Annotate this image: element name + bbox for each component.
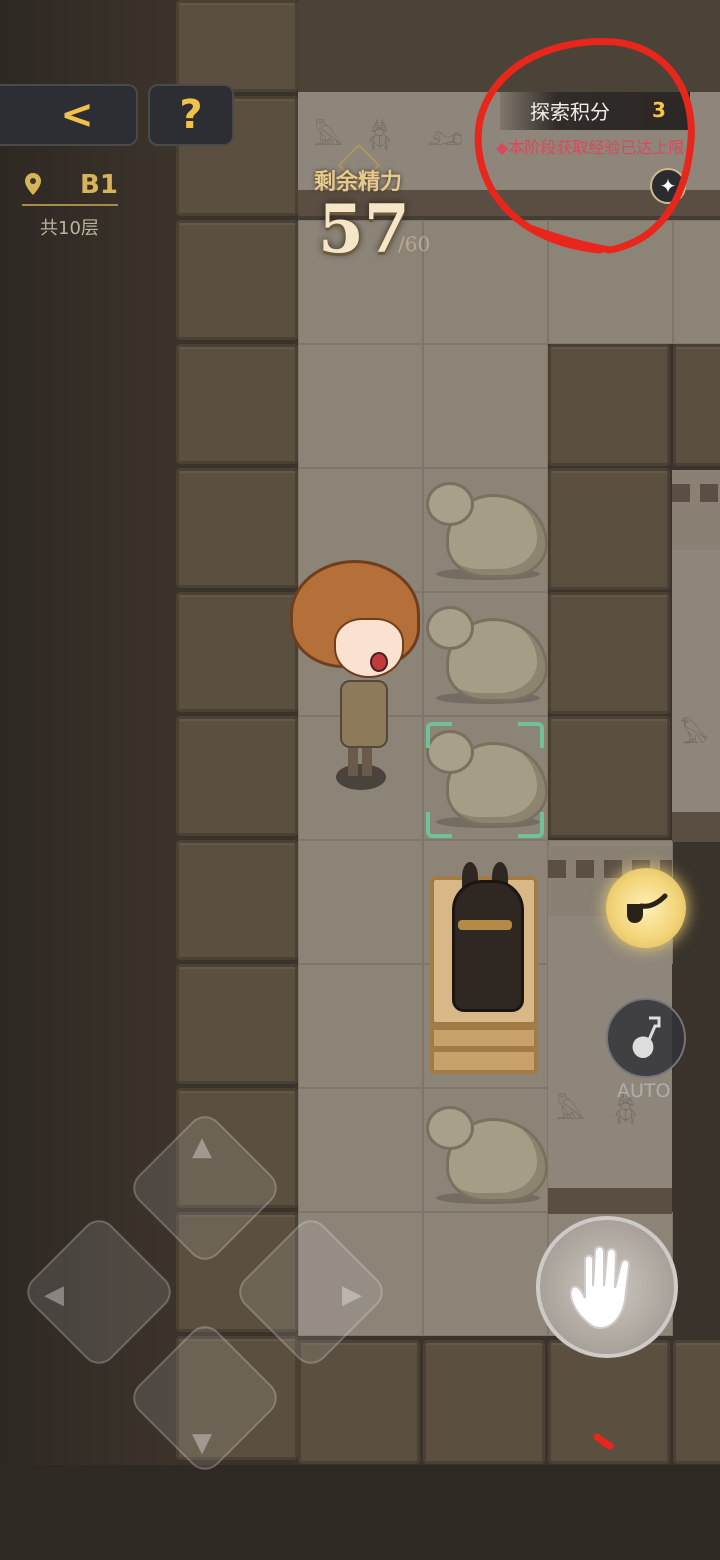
floor-tile [298,964,423,1088]
boulder[interactable] [426,1100,548,1204]
question-mark-icon: ? [179,92,203,138]
wall-tile [176,716,298,836]
arrow-down-icon: ▼ [192,1428,212,1458]
warning-text: 本阶段获取经验已达上限 [508,138,685,157]
floor-tile [298,840,423,964]
arrow-left-icon: ◀ [44,1280,64,1310]
wall-tile [548,344,670,466]
dark-floor [0,1465,720,1560]
character-eye [370,652,388,672]
chevron-left-icon: < [60,92,94,138]
pipe-icon [627,893,668,923]
player-character [290,560,420,690]
score-value: 3 [652,98,666,122]
wall-tile [176,468,298,588]
pipe-tool-button[interactable] [606,868,686,948]
sparkle-icon: ✦ [659,174,677,198]
hieroglyph: 𓆣 [368,122,392,152]
floor-tile [423,220,548,344]
wall-tile [673,344,720,466]
wall-ledge [672,812,720,842]
pedestal-step [430,1026,538,1050]
back-button[interactable]: < [0,84,138,146]
wall-tile [548,592,670,714]
auto-label: AUTO [617,1080,671,1102]
upper-wall [298,0,720,92]
floor-tile [298,344,423,468]
wall-tile [176,840,298,960]
character-face [334,618,404,678]
shovel-icon [632,1016,661,1058]
wall-tile [176,592,298,712]
warning-diamond-icon: ◆ [496,138,509,157]
floor-tile [298,1088,423,1212]
location-pin-icon [25,173,41,195]
character-shadow [336,764,386,790]
boulder[interactable] [426,600,548,704]
sparkle-button[interactable]: ✦ [650,168,686,204]
arrow-right-icon: ▶ [342,1280,362,1310]
wall-tile [548,716,670,838]
floor-tile [423,344,548,468]
wall-tile [548,1340,670,1464]
floor-tile [548,220,673,344]
selection-corner [426,722,452,748]
selection-corner [518,722,544,748]
divider [22,204,118,206]
anubis-statue[interactable] [452,880,524,1012]
wall-tile [423,1340,545,1464]
floor-tile [423,1212,548,1336]
selection-corner [426,812,452,838]
current-floor: B1 [80,170,118,200]
wall-tile [673,1340,720,1464]
boulder[interactable] [426,476,548,580]
hieroglyph: 𓅓 [314,122,344,152]
wall-tile [176,0,298,92]
total-floors: 共10层 [40,218,99,239]
wall-tile [176,964,298,1084]
hieroglyph: 𓅃 [680,720,709,750]
wall-ledge [548,1188,672,1214]
energy-value: 57 [318,190,410,268]
score-label: 探索积分 [530,100,610,124]
exp-limit-warning: ◆本阶段获取经验已达上限 [496,134,684,158]
wall-tile [548,468,670,590]
arrow-up-icon: ▲ [192,1132,212,1162]
energy-max: /60 [398,232,431,256]
wall-tile [176,220,298,340]
character-body [340,680,388,748]
hieroglyph: 𓃭 [428,122,464,152]
hand-icon [569,1245,631,1330]
frieze-wall [672,470,720,556]
help-button[interactable]: ? [148,84,234,146]
hieroglyph-wall: 𓅃 [672,550,720,812]
wall-tile [176,344,298,464]
pedestal-step [430,1048,538,1074]
statue-collar [458,920,512,930]
selection-corner [518,812,544,838]
interact-button[interactable] [536,1216,678,1358]
auto-dig-button[interactable] [606,998,686,1078]
floor-tile [673,220,720,344]
hieroglyph: 𓅓 [556,1096,586,1126]
